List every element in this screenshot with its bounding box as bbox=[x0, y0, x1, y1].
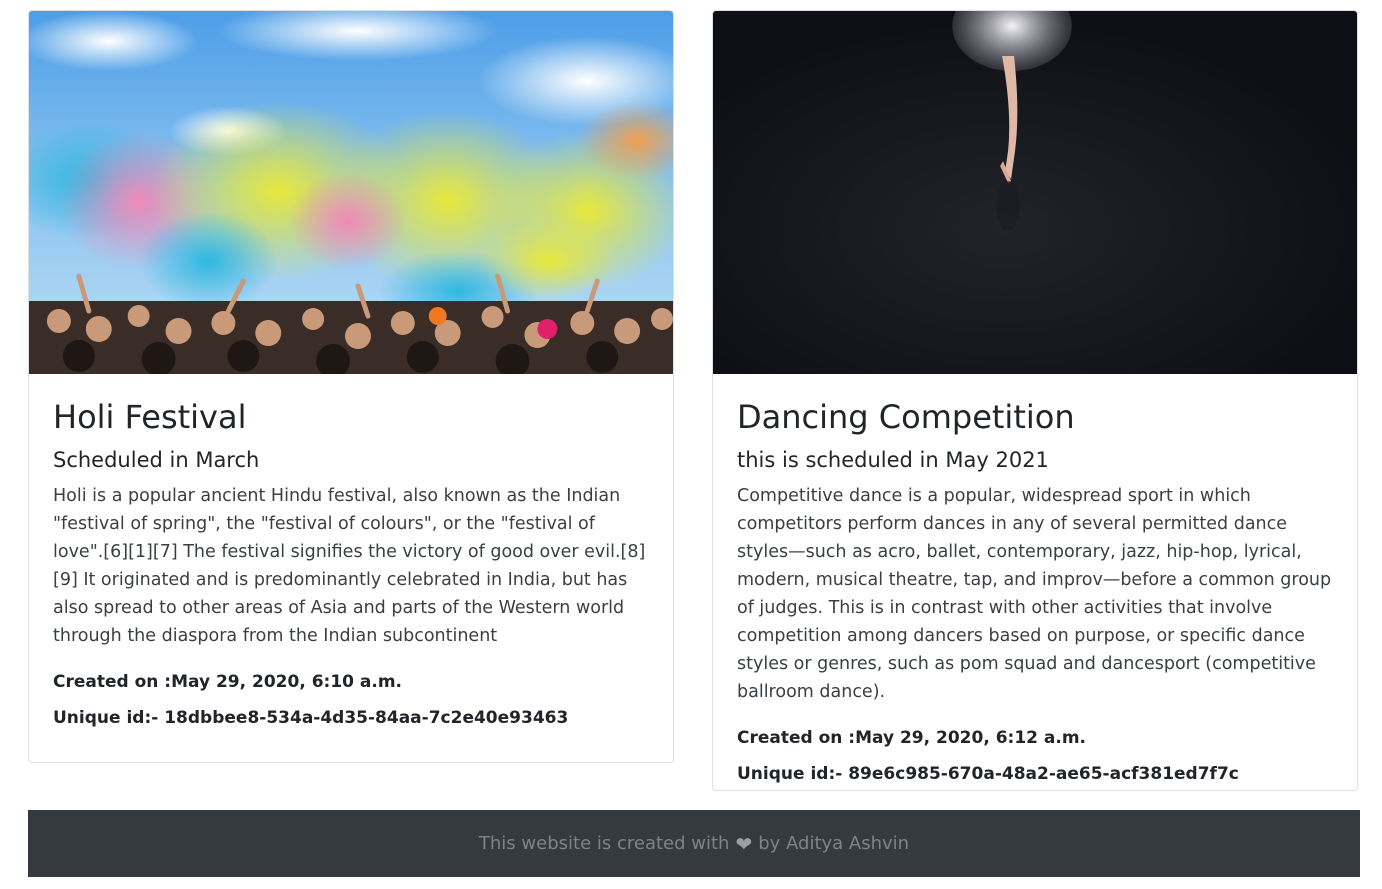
card-body: Holi Festival Scheduled in March Holi is… bbox=[29, 374, 673, 730]
footer-text-after: by Aditya Ashvin bbox=[758, 833, 910, 854]
card-body: Dancing Competition this is scheduled in… bbox=[713, 374, 1357, 786]
card-title: Dancing Competition bbox=[737, 398, 1075, 436]
card-description: Holi is a popular ancient Hindu festival… bbox=[53, 486, 646, 646]
card-subtitle: this is scheduled in May 2021 bbox=[737, 448, 1049, 472]
dancing-competition-image bbox=[713, 11, 1357, 374]
created-on-text: Created on :May 29, 2020, 6:12 a.m. bbox=[737, 728, 1086, 748]
holi-festival-image bbox=[29, 11, 673, 374]
event-card-holi: Holi Festival Scheduled in March Holi is… bbox=[28, 10, 674, 763]
unique-id-text: Unique id:- 18dbbee8-534a-4d35-84aa-7c2e… bbox=[53, 708, 569, 728]
card-description: Competitive dance is a popular, widespre… bbox=[737, 486, 1332, 702]
event-card-dancing: Dancing Competition this is scheduled in… bbox=[712, 10, 1358, 791]
created-on-text: Created on :May 29, 2020, 6:10 a.m. bbox=[53, 672, 402, 692]
event-cards-container: Holi Festival Scheduled in March Holi is… bbox=[28, 10, 1360, 800]
footer-text-before: This website is created with bbox=[478, 833, 730, 854]
unique-id-text: Unique id:- 89e6c985-670a-48a2-ae65-acf3… bbox=[737, 764, 1239, 784]
heart-icon: ❤ bbox=[735, 831, 753, 856]
site-footer: This website is created with ❤ by Aditya… bbox=[28, 810, 1360, 877]
card-subtitle: Scheduled in March bbox=[53, 448, 260, 472]
card-title: Holi Festival bbox=[53, 398, 247, 436]
